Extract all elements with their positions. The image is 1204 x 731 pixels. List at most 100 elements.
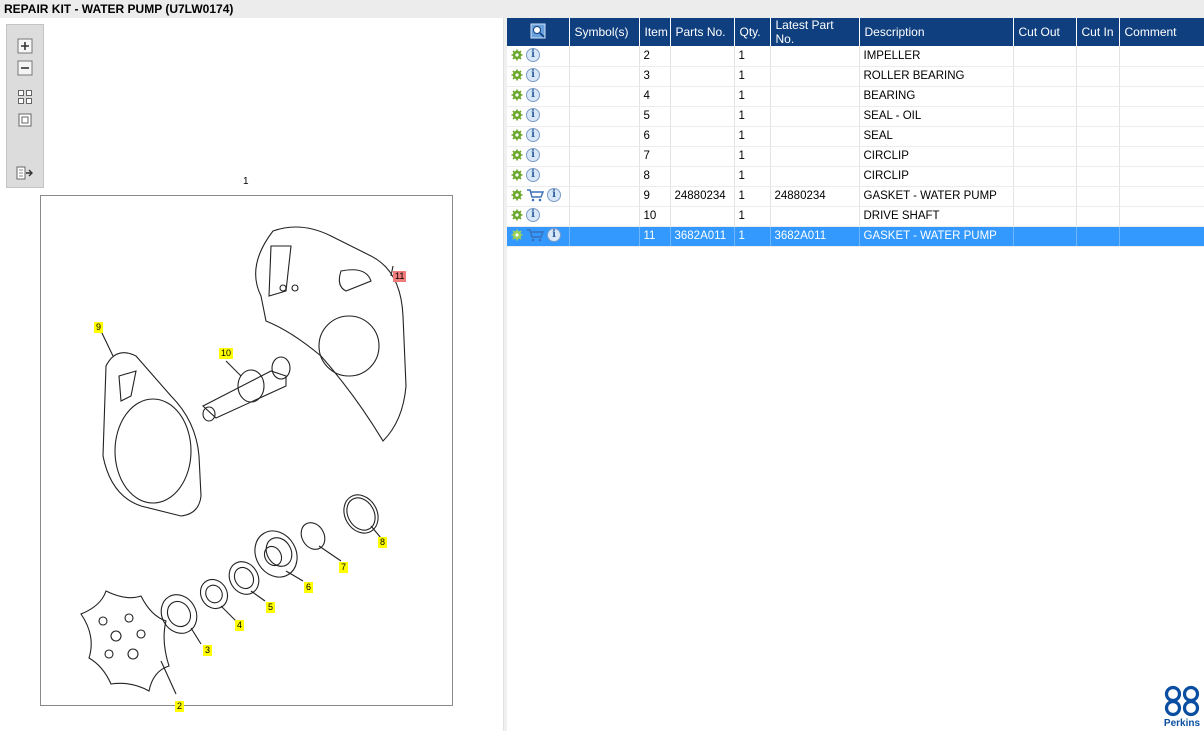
callout-2[interactable]: 2: [175, 701, 185, 712]
qty-cell[interactable]: 1: [734, 226, 771, 247]
qty-cell[interactable]: 1: [734, 86, 771, 107]
cut-out-cell[interactable]: [1013, 226, 1077, 247]
qty-cell[interactable]: 1: [734, 46, 771, 67]
fit-window-icon[interactable]: [15, 111, 35, 129]
cut-in-cell[interactable]: [1076, 206, 1120, 227]
parts-no-cell[interactable]: 3682A011: [670, 226, 735, 247]
comment-cell[interactable]: [1119, 226, 1204, 247]
callout-6[interactable]: 6: [304, 582, 314, 593]
item-cell[interactable]: 5: [639, 106, 671, 127]
exploded-diagram[interactable]: 11 9 10 8 7 6 5 4 3 2: [40, 195, 453, 712]
item-cell[interactable]: 6: [639, 126, 671, 147]
parts-no-cell[interactable]: [670, 46, 735, 67]
column-header-parts-no[interactable]: Parts No.: [670, 18, 735, 46]
table-row[interactable]: i 3 1 ROLLER BEARING: [507, 66, 1204, 87]
column-header-item[interactable]: Item: [639, 18, 671, 46]
parts-no-cell[interactable]: [670, 166, 735, 187]
cut-out-cell[interactable]: [1013, 206, 1077, 227]
description-cell[interactable]: BEARING: [859, 86, 1014, 107]
callout-3[interactable]: 3: [203, 645, 213, 656]
item-cell[interactable]: 8: [639, 166, 671, 187]
diagram-pane[interactable]: 1 11 9 10 8 7 6 5 4 3 2: [0, 18, 503, 731]
column-header-cut-out[interactable]: Cut Out: [1013, 18, 1077, 46]
cut-in-cell[interactable]: [1076, 66, 1120, 87]
row-actions-cell[interactable]: i: [507, 46, 570, 67]
comment-cell[interactable]: [1119, 46, 1204, 67]
cut-in-cell[interactable]: [1076, 166, 1120, 187]
qty-cell[interactable]: 1: [734, 166, 771, 187]
comment-cell[interactable]: [1119, 186, 1204, 207]
cut-in-cell[interactable]: [1076, 126, 1120, 147]
zoom-out-icon[interactable]: [15, 59, 35, 77]
item-cell[interactable]: 3: [639, 66, 671, 87]
parts-no-cell[interactable]: [670, 86, 735, 107]
callout-11[interactable]: 11: [393, 271, 407, 282]
item-cell[interactable]: 11: [639, 226, 671, 247]
parts-no-cell[interactable]: [670, 206, 735, 227]
column-header-cut-in[interactable]: Cut In: [1076, 18, 1120, 46]
parts-no-cell[interactable]: [670, 106, 735, 127]
comment-cell[interactable]: [1119, 86, 1204, 107]
table-row[interactable]: i 11 3682A011 1 3682A011 GASKET - WATER PUMP: [507, 226, 1204, 247]
qty-cell[interactable]: 1: [734, 146, 771, 167]
callout-10[interactable]: 10: [219, 348, 234, 359]
table-row[interactable]: i 5 1 SEAL - OIL: [507, 106, 1204, 127]
parts-no-cell[interactable]: [670, 146, 735, 167]
cut-in-cell[interactable]: [1076, 46, 1120, 67]
table-row[interactable]: i 6 1 SEAL: [507, 126, 1204, 147]
info-icon[interactable]: i: [526, 68, 540, 82]
latest-part-no-cell[interactable]: [770, 166, 860, 187]
row-actions-cell[interactable]: i: [507, 186, 570, 207]
symbols-cell[interactable]: [569, 166, 640, 187]
symbols-cell[interactable]: [569, 146, 640, 167]
cut-out-cell[interactable]: [1013, 146, 1077, 167]
cut-out-cell[interactable]: [1013, 46, 1077, 67]
description-cell[interactable]: GASKET - WATER PUMP: [859, 226, 1014, 247]
description-cell[interactable]: SEAL - OIL: [859, 106, 1014, 127]
latest-part-no-cell[interactable]: [770, 66, 860, 87]
parts-no-cell[interactable]: 24880234: [670, 186, 735, 207]
description-cell[interactable]: CIRCLIP: [859, 166, 1014, 187]
latest-part-no-cell[interactable]: 3682A011: [770, 226, 860, 247]
info-icon[interactable]: i: [526, 168, 540, 182]
row-actions-cell[interactable]: i: [507, 166, 570, 187]
cut-out-cell[interactable]: [1013, 186, 1077, 207]
cut-in-cell[interactable]: [1076, 106, 1120, 127]
cut-out-cell[interactable]: [1013, 66, 1077, 87]
column-header-comment[interactable]: Comment: [1119, 18, 1204, 46]
latest-part-no-cell[interactable]: [770, 206, 860, 227]
fit-all-icon[interactable]: [15, 88, 35, 106]
qty-cell[interactable]: 1: [734, 126, 771, 147]
info-icon[interactable]: i: [526, 148, 540, 162]
latest-part-no-cell[interactable]: [770, 46, 860, 67]
description-cell[interactable]: GASKET - WATER PUMP: [859, 186, 1014, 207]
cut-out-cell[interactable]: [1013, 166, 1077, 187]
row-actions-cell[interactable]: i: [507, 206, 570, 227]
comment-cell[interactable]: [1119, 146, 1204, 167]
toggle-panel-icon[interactable]: [15, 164, 35, 182]
symbols-cell[interactable]: [569, 206, 640, 227]
row-actions-cell[interactable]: i: [507, 126, 570, 147]
column-header-description[interactable]: Description: [859, 18, 1014, 46]
row-actions-cell[interactable]: i: [507, 66, 570, 87]
table-row[interactable]: i 7 1 CIRCLIP: [507, 146, 1204, 167]
zoom-in-icon[interactable]: [15, 37, 35, 55]
row-actions-cell[interactable]: i: [507, 226, 570, 247]
table-row[interactable]: i 4 1 BEARING: [507, 86, 1204, 107]
info-icon[interactable]: i: [526, 88, 540, 102]
comment-cell[interactable]: [1119, 126, 1204, 147]
latest-part-no-cell[interactable]: [770, 146, 860, 167]
item-cell[interactable]: 9: [639, 186, 671, 207]
callout-9[interactable]: 9: [94, 322, 104, 333]
callout-4[interactable]: 4: [235, 620, 245, 631]
item-cell[interactable]: 4: [639, 86, 671, 107]
column-header-latest-part-no[interactable]: Latest Part No.: [770, 18, 860, 46]
description-cell[interactable]: ROLLER BEARING: [859, 66, 1014, 87]
comment-cell[interactable]: [1119, 66, 1204, 87]
info-icon[interactable]: i: [526, 128, 540, 142]
table-row[interactable]: i 9 24880234 1 24880234 GASKET - WATER PUMP: [507, 186, 1204, 207]
table-row[interactable]: i 2 1 IMPELLER: [507, 46, 1204, 67]
cut-out-cell[interactable]: [1013, 126, 1077, 147]
description-cell[interactable]: CIRCLIP: [859, 146, 1014, 167]
callout-5[interactable]: 5: [266, 602, 276, 613]
